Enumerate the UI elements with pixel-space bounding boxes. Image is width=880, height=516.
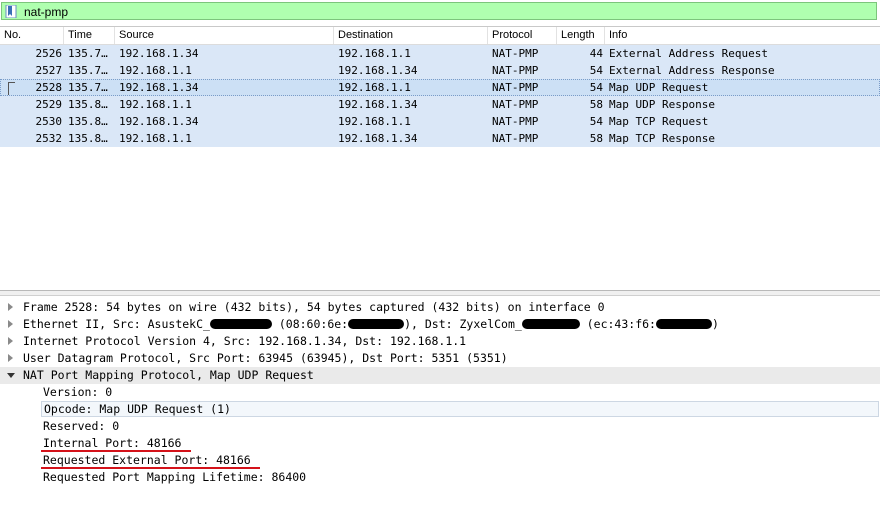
- cell-no: 2532: [35, 132, 63, 145]
- packet-row[interactable]: 2529 135.8… 192.168.1.1 192.168.1.34 NAT…: [0, 96, 880, 113]
- pane-splitter[interactable]: [0, 290, 880, 296]
- cell-info: Map UDP Request: [609, 81, 709, 94]
- field-label: Opcode: Map UDP Request (1): [41, 401, 879, 417]
- cell-source: 192.168.1.34: [119, 81, 199, 94]
- tree-item-label: Internet Protocol Version 4, Src: 192.16…: [23, 334, 467, 348]
- cell-time: 135.7…: [68, 81, 108, 94]
- ethernet-src-mac: (08:60:6e:: [271, 317, 349, 331]
- cell-protocol: NAT-PMP: [492, 81, 539, 94]
- cell-destination: 192.168.1.1: [338, 81, 411, 94]
- packet-list[interactable]: No. Time Source Destination Protocol Len…: [0, 26, 880, 291]
- cell-destination: 192.168.1.34: [338, 132, 418, 145]
- ethernet-suffix: ): [711, 317, 719, 331]
- expand-arrow-icon[interactable]: [8, 354, 13, 362]
- cell-length: 54: [589, 64, 603, 77]
- tree-item-ethernet[interactable]: Ethernet II, Src: AsustekC_ (08:60:6e:),…: [0, 316, 880, 333]
- cell-source: 192.168.1.34: [119, 47, 199, 60]
- tree-item-label: User Datagram Protocol, Src Port: 63945 …: [23, 351, 508, 365]
- column-header-protocol[interactable]: Protocol: [488, 27, 557, 44]
- display-filter-bar: nat-pmp: [0, 0, 880, 24]
- packet-row[interactable]: 2526 135.7… 192.168.1.34 192.168.1.1 NAT…: [0, 45, 880, 62]
- tree-item-ip[interactable]: Internet Protocol Version 4, Src: 192.16…: [0, 333, 880, 350]
- redaction-mark: [209, 318, 272, 329]
- column-header-destination[interactable]: Destination: [334, 27, 488, 44]
- cell-destination: 192.168.1.34: [338, 64, 418, 77]
- cell-protocol: NAT-PMP: [492, 132, 539, 145]
- display-filter-input[interactable]: nat-pmp: [1, 2, 877, 20]
- redaction-mark: [521, 318, 580, 329]
- packet-details-tree[interactable]: Frame 2528: 54 bytes on wire (432 bits),…: [0, 298, 880, 516]
- field-reserved[interactable]: Reserved: 0: [0, 418, 880, 435]
- field-label: Reserved: 0: [43, 419, 120, 433]
- packet-row-selected[interactable]: 2528 135.7… 192.168.1.34 192.168.1.1 NAT…: [0, 79, 880, 96]
- redaction-mark: [348, 318, 405, 329]
- packet-row[interactable]: 2532 135.8… 192.168.1.1 192.168.1.34 NAT…: [0, 130, 880, 147]
- packet-list-header: No. Time Source Destination Protocol Len…: [0, 27, 880, 45]
- cell-destination: 192.168.1.1: [338, 115, 411, 128]
- cell-source: 192.168.1.1: [119, 132, 192, 145]
- cell-source: 192.168.1.1: [119, 98, 192, 111]
- cell-destination: 192.168.1.1: [338, 47, 411, 60]
- cell-info: Map TCP Request: [609, 115, 709, 128]
- cell-protocol: NAT-PMP: [492, 115, 539, 128]
- cell-no: 2528: [35, 81, 63, 94]
- expand-arrow-icon[interactable]: [8, 320, 13, 328]
- tree-item-label: Frame 2528: 54 bytes on wire (432 bits),…: [23, 300, 605, 314]
- cell-protocol: NAT-PMP: [492, 64, 539, 77]
- column-header-info[interactable]: Info: [605, 27, 880, 44]
- column-header-length[interactable]: Length: [557, 27, 605, 44]
- redaction-mark: [655, 318, 712, 329]
- tree-item-label: NAT Port Mapping Protocol, Map UDP Reque…: [23, 368, 314, 382]
- cell-info: External Address Request: [609, 47, 768, 60]
- field-lifetime[interactable]: Requested Port Mapping Lifetime: 86400: [0, 469, 880, 486]
- ethernet-dst-mac: (ec:43:f6:: [579, 317, 656, 331]
- cell-length: 54: [589, 81, 603, 94]
- column-header-time[interactable]: Time: [64, 27, 115, 44]
- cell-time: 135.8…: [68, 132, 108, 145]
- tree-item-udp[interactable]: User Datagram Protocol, Src Port: 63945 …: [0, 350, 880, 367]
- cell-source: 192.168.1.1: [119, 64, 192, 77]
- cell-source: 192.168.1.34: [119, 115, 199, 128]
- column-header-no[interactable]: No.: [0, 27, 64, 44]
- field-version[interactable]: Version: 0: [0, 384, 880, 401]
- expand-arrow-icon[interactable]: [8, 303, 13, 311]
- cell-length: 54: [589, 115, 603, 128]
- expand-arrow-icon[interactable]: [8, 337, 13, 345]
- cell-length: 58: [589, 98, 603, 111]
- collapse-arrow-icon[interactable]: [7, 373, 15, 378]
- filter-text: nat-pmp: [24, 5, 69, 19]
- cell-info: External Address Response: [609, 64, 775, 77]
- tree-item-frame[interactable]: Frame 2528: 54 bytes on wire (432 bits),…: [0, 299, 880, 316]
- packet-row[interactable]: 2530 135.8… 192.168.1.34 192.168.1.1 NAT…: [0, 113, 880, 130]
- cell-protocol: NAT-PMP: [492, 47, 539, 60]
- cell-time: 135.7…: [68, 64, 108, 77]
- cell-length: 44: [589, 47, 603, 60]
- cell-no: 2527: [35, 64, 63, 77]
- cell-no: 2530: [35, 115, 63, 128]
- tree-item-label: Ethernet II, Src: AsustekC_ (08:60:6e:),…: [23, 316, 719, 333]
- tree-item-natpmp[interactable]: NAT Port Mapping Protocol, Map UDP Reque…: [0, 367, 880, 384]
- ethernet-prefix: Ethernet II, Src: AsustekC_: [23, 317, 210, 331]
- column-header-source[interactable]: Source: [115, 27, 334, 44]
- cell-time: 135.8…: [68, 115, 108, 128]
- cell-info: Map UDP Response: [609, 98, 715, 111]
- field-opcode[interactable]: Opcode: Map UDP Request (1): [0, 401, 880, 418]
- cell-info: Map TCP Response: [609, 132, 715, 145]
- cell-time: 135.8…: [68, 98, 108, 111]
- cell-length: 58: [589, 132, 603, 145]
- bookmark-icon[interactable]: [5, 5, 17, 18]
- field-label: Requested Port Mapping Lifetime: 86400: [43, 470, 307, 484]
- cell-no: 2529: [35, 98, 63, 111]
- field-label: Version: 0: [43, 385, 113, 399]
- cell-no: 2526: [35, 47, 63, 60]
- cell-time: 135.7…: [68, 47, 108, 60]
- cell-protocol: NAT-PMP: [492, 98, 539, 111]
- ethernet-dst: ), Dst: ZyxelCom_: [404, 317, 522, 331]
- packet-row[interactable]: 2527 135.7… 192.168.1.1 192.168.1.34 NAT…: [0, 62, 880, 79]
- cell-destination: 192.168.1.34: [338, 98, 418, 111]
